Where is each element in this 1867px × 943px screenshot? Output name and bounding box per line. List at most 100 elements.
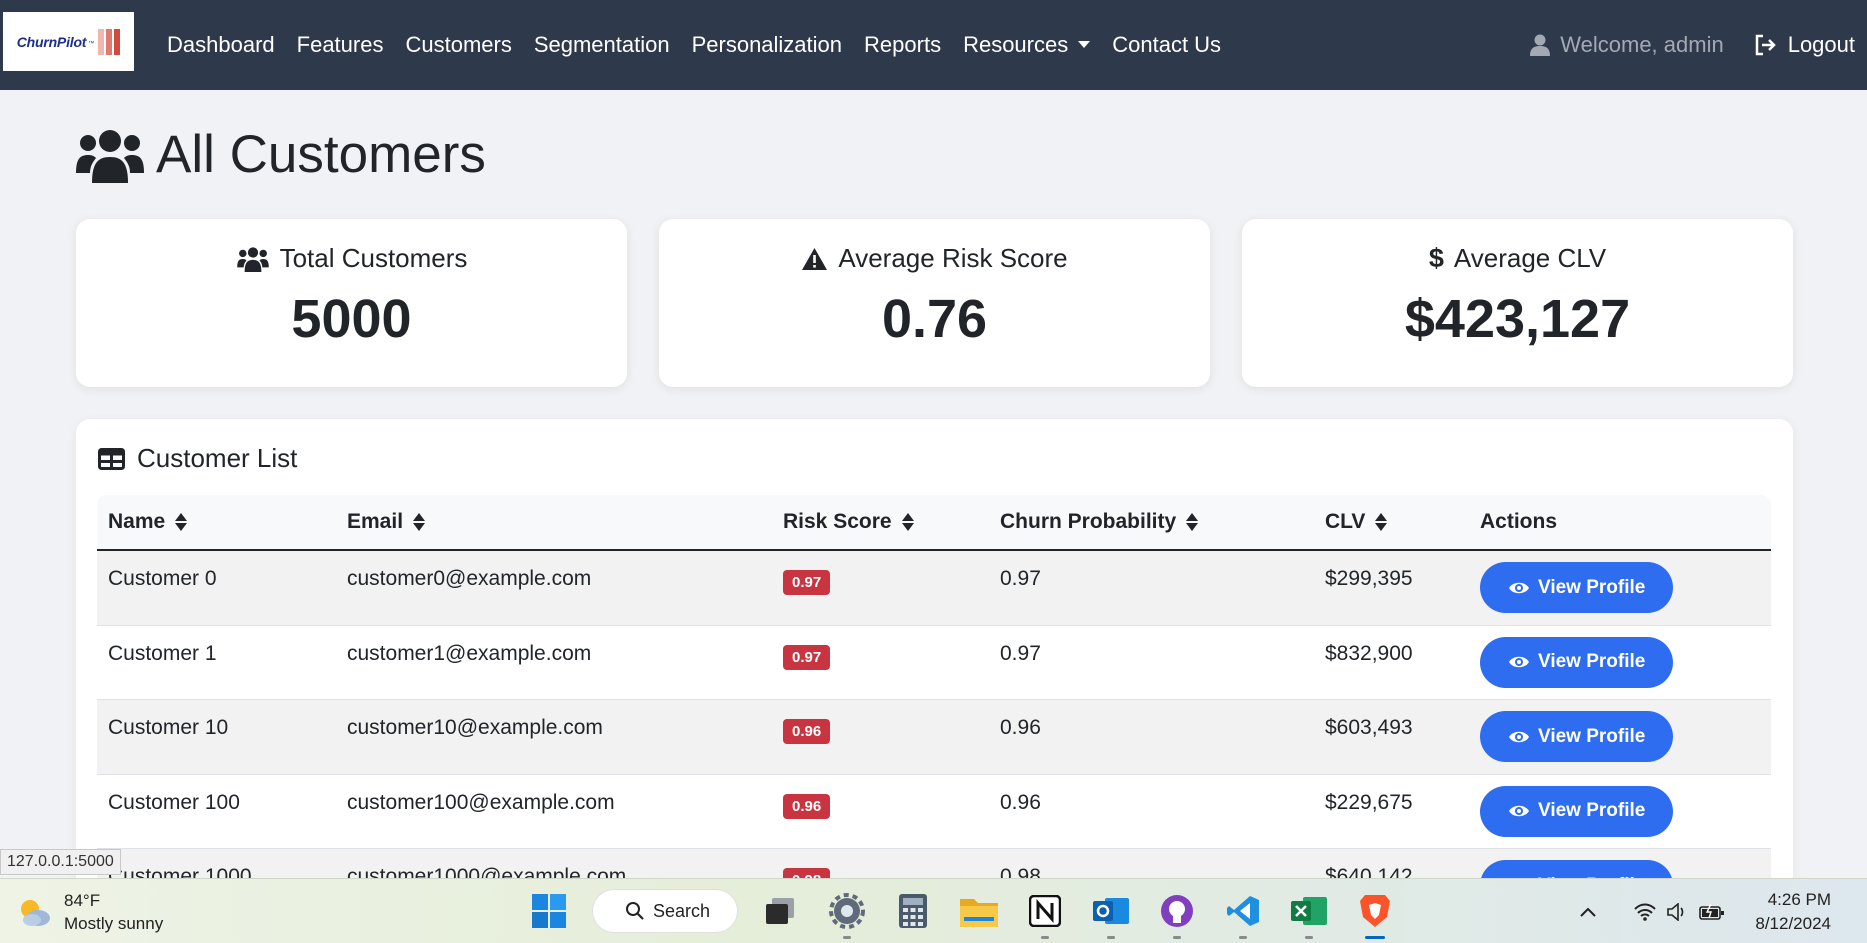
view-profile-button[interactable]: View Profile (1480, 785, 1674, 837)
welcome-user: Welcome, admin (1530, 32, 1724, 58)
view-profile-button[interactable]: View Profile (1480, 562, 1674, 613)
search-label: Search (653, 900, 711, 921)
nav-resources-label: Resources (963, 32, 1069, 57)
windows-icon (532, 894, 566, 928)
vscode-icon (1227, 896, 1259, 926)
eye-icon (1509, 731, 1529, 742)
stat-label: Total Customers (279, 243, 468, 273)
start-button[interactable] (516, 887, 582, 935)
users-icon (236, 246, 269, 272)
view-profile-label: View Profile (1538, 725, 1646, 747)
caret-down-icon (1078, 41, 1091, 49)
taskbar-notion[interactable] (1012, 887, 1078, 939)
taskbar-excel[interactable] (1276, 887, 1342, 939)
taskbar-brave-browser[interactable] (1342, 887, 1408, 939)
brave-icon (1360, 895, 1390, 927)
nav-personalization[interactable]: Personalization (692, 32, 842, 58)
taskbar-vscode[interactable] (1210, 887, 1276, 939)
weather-text: 84°F Mostly sunny (64, 889, 163, 935)
nav-segmentation[interactable]: Segmentation (534, 32, 670, 58)
wifi-status[interactable] (1633, 903, 1657, 921)
cell-name: Customer 0 (108, 567, 217, 590)
cell-churn: 0.97 (1000, 567, 1041, 590)
nav-customers[interactable]: Customers (405, 32, 511, 58)
warning-icon (802, 247, 828, 270)
task-view-button[interactable] (748, 887, 814, 935)
cell-churn: 0.96 (1000, 790, 1041, 814)
cell-clv: $832,900 (1325, 641, 1413, 665)
nav-contact[interactable]: Contact Us (1112, 32, 1221, 58)
view-profile-button[interactable]: View Profile (1480, 636, 1674, 688)
stat-card-average-risk: Average Risk Score 0.76 (659, 219, 1210, 387)
customer-table: Name Email Risk Score Churn Probability … (97, 495, 1771, 924)
header-churn-probability[interactable]: Churn Probability (989, 510, 1314, 534)
volume-control[interactable] (1667, 902, 1689, 921)
gear-icon (829, 893, 865, 929)
risk-badge: 0.96 (783, 719, 831, 744)
nav-reports[interactable]: Reports (864, 32, 941, 58)
header-risk-score[interactable]: Risk Score (772, 510, 989, 534)
logout-link[interactable]: Logout (1754, 32, 1855, 58)
cell-name: Customer 10 (108, 716, 229, 739)
cell-actions: View Profile (1469, 775, 1771, 837)
nav-dashboard[interactable]: Dashboard (167, 32, 275, 58)
taskbar-calculator[interactable] (880, 887, 946, 935)
taskbar-file-explorer[interactable] (946, 887, 1012, 935)
brand-logo[interactable]: ChurnPilot ™ (3, 12, 134, 71)
stat-value: $423,127 (1404, 289, 1631, 349)
stat-value: 5000 (291, 289, 412, 349)
taskbar-settings[interactable] (814, 887, 880, 939)
sort-icon (413, 513, 426, 531)
running-indicator (1107, 936, 1115, 939)
view-profile-label: View Profile (1538, 651, 1646, 672)
battery-icon (1699, 903, 1725, 920)
cell-risk: 0.96 (772, 775, 989, 819)
header-email[interactable]: Email (336, 510, 772, 534)
table-row: Customer 0 customer0@example.com 0.97 0.… (97, 551, 1771, 626)
chevron-up-icon (1580, 907, 1597, 917)
weather-temp: 84°F (64, 891, 101, 910)
taskbar-apps: Search (516, 887, 1408, 939)
sort-icon (901, 513, 914, 531)
cell-risk: 0.96 (772, 700, 989, 744)
task-view-icon (766, 898, 794, 924)
sort-icon (1375, 513, 1388, 531)
cell-actions: View Profile (1469, 700, 1771, 762)
nav-resources-dropdown[interactable]: Resources (963, 32, 1091, 58)
brand-name: ChurnPilot (16, 33, 87, 50)
logout-icon (1755, 34, 1776, 56)
battery-status[interactable] (1699, 903, 1725, 921)
search-icon (626, 902, 644, 920)
outlook-icon (1093, 898, 1129, 924)
view-profile-button[interactable]: View Profile (1480, 711, 1674, 762)
header-label: Name (108, 510, 166, 533)
cell-risk: 0.97 (772, 626, 989, 670)
users-icon (76, 129, 144, 183)
running-indicator (1239, 936, 1247, 939)
table-row: Customer 100 customer100@example.com 0.9… (97, 775, 1771, 849)
stat-label: Average CLV (1453, 243, 1607, 273)
header-label: Churn Probability (1000, 510, 1177, 533)
cell-clv: $299,395 (1325, 567, 1413, 590)
header-label: Actions (1480, 510, 1558, 533)
stat-card-total-customers: Total Customers 5000 (76, 219, 627, 387)
taskbar-search[interactable]: Search (592, 889, 738, 933)
taskbar-clock[interactable]: 4:26 PM 8/12/2024 (1755, 888, 1831, 936)
taskbar-outlook[interactable] (1078, 887, 1144, 939)
header-name[interactable]: Name (97, 510, 336, 534)
nav-features[interactable]: Features (297, 32, 384, 58)
brand-bars-icon (98, 28, 121, 55)
header-label: Email (347, 510, 404, 533)
risk-badge: 0.97 (783, 644, 831, 670)
weather-widget[interactable]: 84°F Mostly sunny (16, 889, 163, 935)
customer-list-card: Customer List Name Email Risk Score Chur… (76, 419, 1793, 943)
taskbar-github-desktop[interactable] (1144, 887, 1210, 939)
stat-card-average-clv: $ Average CLV $423,127 (1242, 219, 1793, 387)
navbar: ChurnPilot ™ Dashboard Features Customer… (0, 0, 1867, 90)
active-indicator (1365, 936, 1385, 939)
page-title: All Customers (76, 124, 486, 185)
header-clv[interactable]: CLV (1314, 510, 1469, 534)
notion-icon (1029, 895, 1061, 927)
show-hidden-icons[interactable] (1579, 906, 1597, 918)
github-icon (1161, 895, 1193, 927)
